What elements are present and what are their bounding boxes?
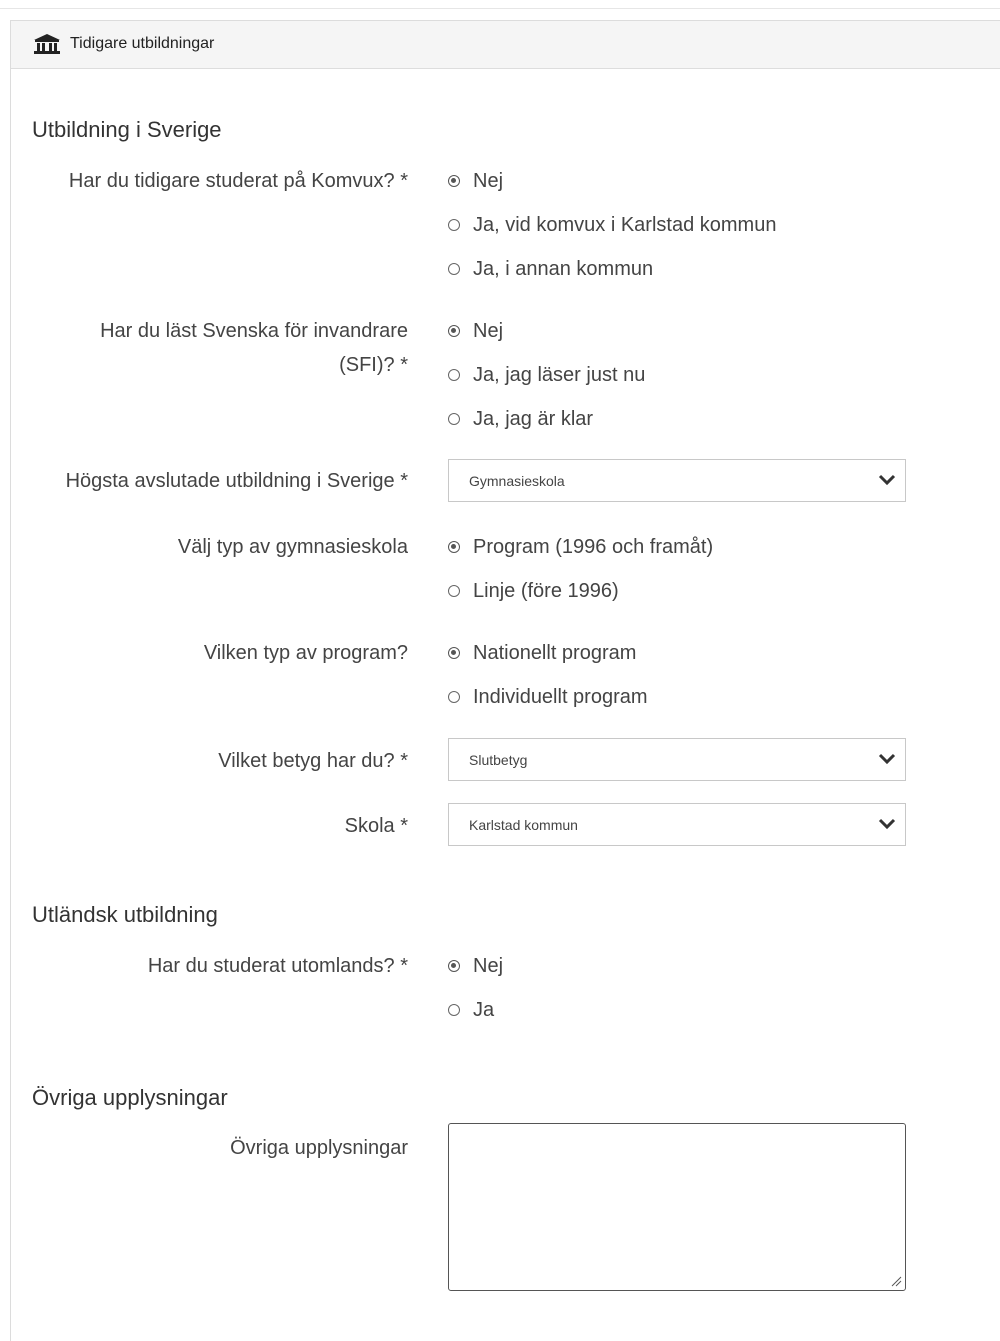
abroad-label: Har du studerat utomlands? * <box>147 955 408 977</box>
section-title-sweden: Utbildning i Sverige <box>32 117 222 142</box>
chevron-down-icon <box>878 818 896 830</box>
radio-unchecked-icon <box>448 219 460 231</box>
radio-unchecked-icon <box>448 413 460 425</box>
abroad-option-yes[interactable]: Ja <box>448 995 494 1025</box>
section-title-other: Övriga upplysningar <box>32 1085 228 1110</box>
komvux-option-karlstad[interactable]: Ja, vid komvux i Karlstad kommun <box>448 210 776 240</box>
highest-education-label: Högsta avslutade utbildning i Sverige * <box>65 470 408 492</box>
radio-unchecked-icon <box>448 1004 460 1016</box>
chevron-down-icon <box>878 753 896 765</box>
radio-unchecked-icon <box>448 691 460 703</box>
sfi-option-done[interactable]: Ja, jag är klar <box>448 404 593 434</box>
grade-select[interactable]: Slutbetyg <box>448 738 906 781</box>
sfi-label: Har du läst Svenska för invandrare (SFI)… <box>100 320 408 376</box>
radio-checked-icon <box>448 647 460 659</box>
school-type-label: Välj typ av gymnasieskola <box>177 536 408 558</box>
program-type-option-national[interactable]: Nationellt program <box>448 638 636 668</box>
radio-unchecked-icon <box>448 585 460 597</box>
sfi-option-current[interactable]: Ja, jag läser just nu <box>448 360 645 390</box>
radio-checked-icon <box>448 960 460 972</box>
abroad-option-no[interactable]: Nej <box>448 951 503 981</box>
radio-checked-icon <box>448 325 460 337</box>
chevron-down-icon <box>878 474 896 486</box>
panel-title: Tidigare utbildningar <box>70 35 215 52</box>
sfi-option-no[interactable]: Nej <box>448 316 503 346</box>
school-label: Skola * <box>344 815 408 837</box>
section-title-abroad: Utländsk utbildning <box>32 902 218 927</box>
school-select[interactable]: Karlstad kommun <box>448 803 906 846</box>
other-info-label: Övriga upplysningar <box>230 1137 408 1159</box>
grade-label: Vilket betyg har du? * <box>218 750 408 772</box>
komvux-option-other[interactable]: Ja, i annan kommun <box>448 254 653 284</box>
komvux-option-no[interactable]: Nej <box>448 166 503 196</box>
radio-checked-icon <box>448 541 460 553</box>
radio-checked-icon <box>448 175 460 187</box>
panel-header: Tidigare utbildningar <box>11 21 1000 69</box>
radio-unchecked-icon <box>448 369 460 381</box>
bank-icon <box>34 34 60 54</box>
highest-education-select[interactable]: Gymnasieskola <box>448 459 906 502</box>
komvux-label: Har du tidigare studerat på Komvux? * <box>68 170 408 192</box>
school-type-option-linje[interactable]: Linje (före 1996) <box>448 576 619 606</box>
radio-unchecked-icon <box>448 263 460 275</box>
other-info-textarea[interactable] <box>448 1123 906 1291</box>
top-divider <box>0 8 1000 9</box>
program-type-label: Vilken typ av program? <box>203 642 408 664</box>
resize-grip-icon[interactable] <box>890 1275 902 1287</box>
school-type-option-program[interactable]: Program (1996 och framåt) <box>448 532 713 562</box>
program-type-option-individual[interactable]: Individuellt program <box>448 682 648 712</box>
